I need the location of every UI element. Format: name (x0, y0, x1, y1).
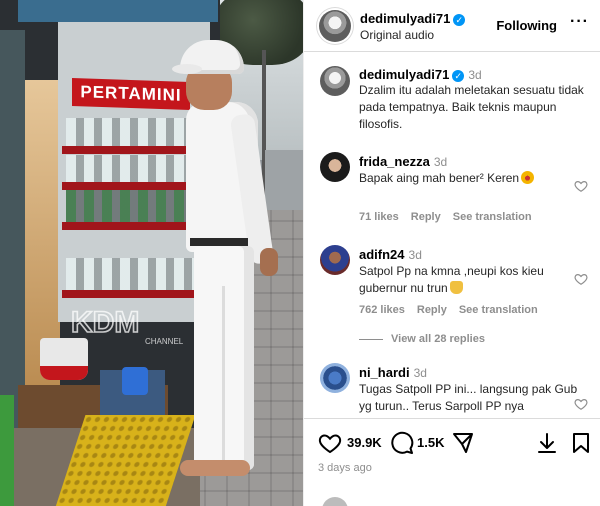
following-button[interactable]: Following (496, 18, 557, 33)
comment-input-avatar (322, 497, 348, 506)
comment-time: 3d (413, 366, 427, 380)
comment-header: adifn24 3d (359, 247, 422, 262)
like-comment-heart-icon[interactable] (574, 272, 588, 286)
like-comment-heart-icon[interactable] (574, 179, 588, 193)
comment-avatar[interactable] (320, 245, 350, 275)
comment-username[interactable]: frida_nezza (359, 154, 430, 169)
author-username-text[interactable]: dedimulyadi71 (360, 11, 450, 26)
share-paper-plane-icon[interactable] (451, 431, 475, 455)
like-comment-heart-icon[interactable] (574, 397, 588, 411)
man-shoe (180, 460, 250, 476)
comment-time: 3d (433, 155, 448, 169)
man-pants (194, 246, 254, 470)
photo-blue-jar (122, 367, 148, 395)
photo-stall-top (18, 0, 218, 22)
reply-button[interactable]: Reply (411, 211, 441, 223)
post-age: 3 days ago (318, 462, 372, 474)
likes-count[interactable]: 39.9K (347, 435, 382, 450)
caption-author-avatar[interactable] (320, 66, 350, 96)
post-side-panel: dedimulyadi71 ✓ Original audio Following … (303, 0, 600, 506)
comment-likes-count[interactable]: 762 likes (359, 304, 405, 316)
comment-text: Satpol Pp na kmna ,neupi kos kieu gubern… (359, 263, 591, 297)
comment-header: frida_nezza 3d (359, 154, 447, 169)
photo-left-panel (0, 30, 25, 430)
reply-button[interactable]: Reply (417, 304, 447, 316)
caption-author[interactable]: dedimulyadi71 ✓ 3d (359, 67, 482, 82)
like-heart-icon[interactable] (318, 431, 342, 455)
man-hand (260, 248, 278, 276)
photo-man (172, 40, 292, 490)
comment-bubble-icon[interactable] (390, 431, 414, 455)
author-username[interactable]: dedimulyadi71 ✓ (360, 11, 466, 26)
post-header: dedimulyadi71 ✓ Original audio Following … (304, 0, 600, 52)
comment-avatar[interactable] (320, 152, 350, 182)
comment-avatar[interactable] (320, 363, 350, 393)
caption-author-text[interactable]: dedimulyadi71 (359, 67, 449, 82)
view-all-replies-link[interactable]: View all 28 replies (359, 333, 485, 345)
verified-badge-icon: ✓ (453, 14, 466, 26)
man-cap-brim (172, 64, 202, 74)
post-action-bar: 39.9K 1.5K 3 days ago (304, 418, 600, 506)
post-photo[interactable]: PERTAMINI KDM CHANNEL (0, 0, 303, 506)
praying-emoji-icon (449, 281, 463, 294)
comment-meta: 762 likes Reply See translation (359, 304, 550, 316)
comment-text: Tugas Satpoll PP ini... langsung pak Gub… (359, 382, 578, 413)
comment-time: 3d (408, 248, 422, 262)
comment-header: ni_hardi 3d (359, 365, 427, 380)
star-struck-emoji-icon (521, 171, 535, 184)
original-audio-link[interactable]: Original audio (360, 28, 434, 42)
comment-text: Bapak aing mah bener² Keren (359, 170, 591, 187)
author-avatar[interactable] (319, 10, 351, 42)
comments-count[interactable]: 1.5K (417, 435, 444, 450)
comment-text-content: Bapak aing mah bener² Keren (359, 171, 520, 185)
download-icon[interactable] (535, 431, 559, 455)
comment-likes-count[interactable]: 71 likes (359, 211, 399, 223)
save-bookmark-icon[interactable] (569, 431, 593, 455)
caption-text: Dzalim itu adalah meletakan sesuatu tida… (359, 83, 584, 131)
photo-green-post (0, 395, 14, 506)
watermark-text: KDM (71, 306, 139, 339)
verified-badge-icon: ✓ (452, 70, 465, 82)
comment-username[interactable]: adifn24 (359, 247, 405, 262)
see-translation-link[interactable]: See translation (459, 304, 538, 316)
see-translation-link[interactable]: See translation (453, 211, 532, 223)
comment-username[interactable]: ni_hardi (359, 365, 410, 380)
more-options-icon[interactable]: ··· (570, 13, 589, 31)
caption-time: 3d (468, 68, 482, 82)
comment-meta: 71 likes Reply See translation (359, 211, 544, 223)
man-belt (190, 238, 248, 246)
